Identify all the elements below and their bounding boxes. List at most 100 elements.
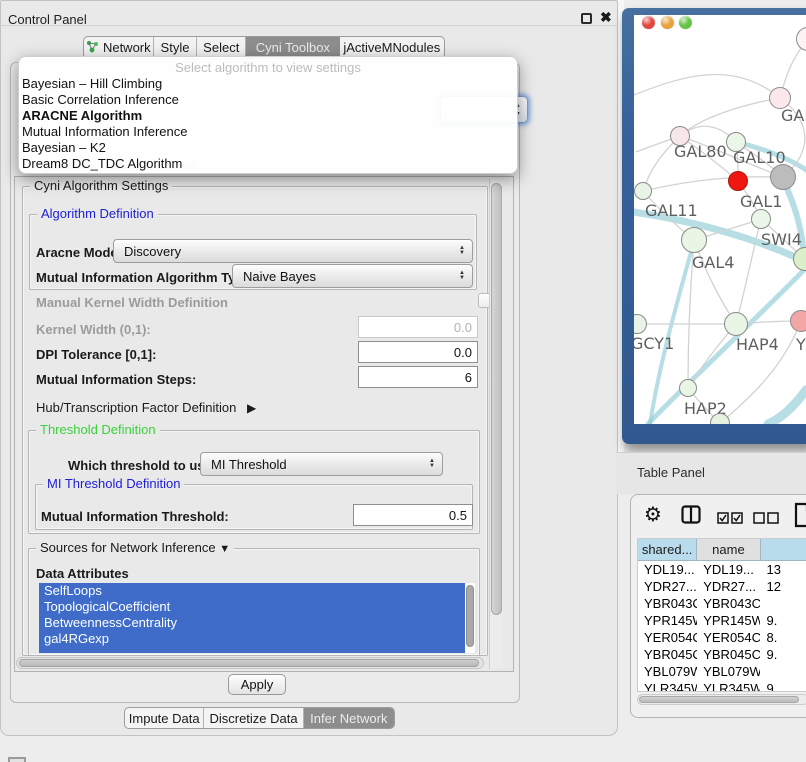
- network-node-gal1[interactable]: [751, 209, 771, 229]
- node-label: HAP4: [736, 335, 779, 354]
- which-threshold-value: MI Threshold: [211, 457, 287, 472]
- dropdown-item[interactable]: ARACNE Algorithm: [19, 108, 517, 124]
- threshold-definition-title: Threshold Definition: [36, 422, 160, 437]
- mi-threshold-group-title: MI Threshold Definition: [43, 476, 184, 491]
- table-column-header[interactable]: shared...: [638, 539, 697, 561]
- manual-kernel-label: Manual Kernel Width Definition: [36, 295, 228, 310]
- mi-type-label: Mutual Information Algorithm Type:: [36, 270, 255, 285]
- table-cell: YBL079W: [697, 663, 760, 680]
- mi-type-combo[interactable]: Naive Bayes ▲▼: [232, 264, 473, 288]
- which-threshold-combo[interactable]: MI Threshold ▲▼: [200, 452, 443, 476]
- settings-horizontal-scrollbar[interactable]: [16, 657, 484, 669]
- mi-type-value: Naive Bayes: [243, 269, 316, 284]
- attributes-scrollbar[interactable]: [465, 583, 475, 653]
- node-label: Y: [796, 335, 806, 354]
- node-label: GCY1: [634, 334, 674, 353]
- tab-discretize-data[interactable]: Discretize Data: [204, 708, 303, 728]
- zoom-window-icon[interactable]: [679, 16, 692, 29]
- dropdown-item[interactable]: Mutual Information Inference: [19, 124, 517, 140]
- dpi-tolerance-input[interactable]: [358, 341, 478, 363]
- data-attributes-selection: SelfLoopsTopologicalCoefficientBetweenne…: [39, 583, 465, 653]
- table-row[interactable]: YBL079WYBL079W: [638, 663, 806, 680]
- network-node[interactable]: [728, 171, 748, 191]
- data-attributes-label: Data Attributes: [36, 566, 129, 581]
- select-all-checkboxes-icon[interactable]: [717, 511, 743, 529]
- settings-vscroll-thumb[interactable]: [491, 183, 502, 615]
- attributes-scrollbar-thumb[interactable]: [466, 585, 474, 647]
- settings-vertical-scrollbar[interactable]: [489, 179, 503, 669]
- table-cell: [760, 595, 806, 612]
- export-table-icon[interactable]: [794, 502, 806, 533]
- dropdown-item[interactable]: Basic Correlation Inference: [19, 92, 517, 108]
- settings-hscroll-thumb[interactable]: [19, 659, 479, 667]
- dpi-tolerance-label: DPI Tolerance [0,1]:: [36, 347, 156, 362]
- table-horizontal-scrollbar[interactable]: [637, 694, 806, 705]
- node-label: SWI4: [761, 230, 802, 249]
- tab-style[interactable]: Style: [154, 37, 198, 58]
- table-cell: YPR145W: [697, 612, 760, 629]
- table-hscroll-thumb[interactable]: [639, 696, 799, 703]
- gear-icon[interactable]: ⚙: [644, 502, 662, 526]
- table-column-header[interactable]: [761, 539, 806, 561]
- table-row[interactable]: YLR345WYLR345W9.: [638, 680, 806, 692]
- node-label: GAL4: [692, 253, 734, 272]
- attribute-list-item[interactable]: BetweennessCentrality: [39, 615, 465, 631]
- dropdown-placeholder: Select algorithm to view settings: [19, 60, 517, 76]
- combo-spinner-icon: ▲▼: [429, 459, 435, 469]
- tab-impute-data[interactable]: Impute Data: [125, 708, 204, 728]
- table-column-header[interactable]: name: [697, 539, 760, 561]
- data-attributes-list: SelfLoopsTopologicalCoefficientBetweenne…: [39, 583, 475, 653]
- node-label: GAL1: [740, 192, 782, 211]
- deselect-all-checkboxes-icon[interactable]: [753, 511, 779, 529]
- kernel-width-label: Kernel Width (0,1):: [36, 322, 151, 337]
- mi-threshold-input[interactable]: [353, 504, 473, 526]
- tab-jactivemnodules[interactable]: jActiveMNodules: [340, 37, 444, 58]
- float-window-icon[interactable]: [581, 13, 592, 24]
- dropdown-item[interactable]: Bayesian – Hill Climbing: [19, 76, 517, 92]
- attribute-list-item[interactable]: gal4RGexp: [39, 631, 465, 647]
- which-threshold-label: Which threshold to use:: [68, 458, 216, 473]
- network-canvas[interactable]: GALGAL80GAL10GAL1GAL11SWI4GAL4GCY1HAP4YH…: [634, 15, 806, 424]
- tab-network[interactable]: Network: [84, 37, 154, 58]
- dropdown-item[interactable]: Dream8 DC_TDC Algorithm: [19, 156, 517, 172]
- hub-definition-toggle[interactable]: Hub/Transcription Factor Definition ▶: [36, 400, 256, 415]
- aracne-mode-combo[interactable]: Discovery ▲▼: [113, 239, 473, 263]
- column-layout-icon[interactable]: [681, 505, 701, 529]
- table-cell: [760, 663, 806, 680]
- expand-down-icon[interactable]: ▼: [219, 543, 230, 555]
- table-row[interactable]: YBR045CYBR045C9.: [638, 646, 806, 663]
- tab-infer-network[interactable]: Infer Network: [304, 708, 394, 728]
- tab-select[interactable]: Select: [197, 37, 246, 58]
- attribute-list-item[interactable]: SelfLoops: [39, 583, 465, 599]
- network-node-gal11[interactable]: [634, 182, 652, 200]
- table-row[interactable]: YDR27...YDR27...12: [638, 578, 806, 595]
- close-icon[interactable]: ✖: [600, 9, 612, 26]
- table-cell: YBR043C: [697, 595, 760, 612]
- network-node[interactable]: [770, 164, 796, 190]
- dock-toggle-icon[interactable]: [8, 757, 26, 762]
- table-cell: YER054C: [697, 629, 760, 646]
- apply-button[interactable]: Apply: [228, 674, 286, 695]
- tab-cyni-toolbox[interactable]: Cyni Toolbox: [246, 37, 339, 58]
- table-row[interactable]: YDL19...YDL19...13: [638, 561, 806, 578]
- bottom-tabs: Impute Data Discretize Data Infer Networ…: [124, 707, 395, 729]
- expand-right-icon[interactable]: ▶: [247, 401, 256, 415]
- kernel-width-input[interactable]: [358, 316, 478, 338]
- table-cell: 12: [760, 578, 806, 595]
- network-node-hap2[interactable]: [679, 379, 697, 397]
- minimize-window-icon[interactable]: [661, 16, 674, 29]
- sources-group-title: Sources for Network Inference ▼: [36, 540, 234, 555]
- network-node-y[interactable]: [790, 310, 806, 332]
- table-row[interactable]: YBR043CYBR043C: [638, 595, 806, 612]
- table-row[interactable]: YPR145WYPR145W9.: [638, 612, 806, 629]
- cyni-settings-group-title: Cyni Algorithm Settings: [30, 178, 172, 193]
- mi-steps-input[interactable]: [358, 366, 478, 388]
- network-node-gal4[interactable]: [681, 227, 707, 253]
- network-node-hap4[interactable]: [724, 312, 748, 336]
- screen: Control Panel ✖ Network Style Select Cyn…: [0, 0, 806, 762]
- close-window-icon[interactable]: [642, 16, 655, 29]
- node-table: shared...name YDL19...YDL19...13YDR27...…: [637, 538, 806, 692]
- attribute-list-item[interactable]: TopologicalCoefficient: [39, 599, 465, 615]
- table-row[interactable]: YER054CYER054C8.: [638, 629, 806, 646]
- dropdown-item[interactable]: Bayesian – K2: [19, 140, 517, 156]
